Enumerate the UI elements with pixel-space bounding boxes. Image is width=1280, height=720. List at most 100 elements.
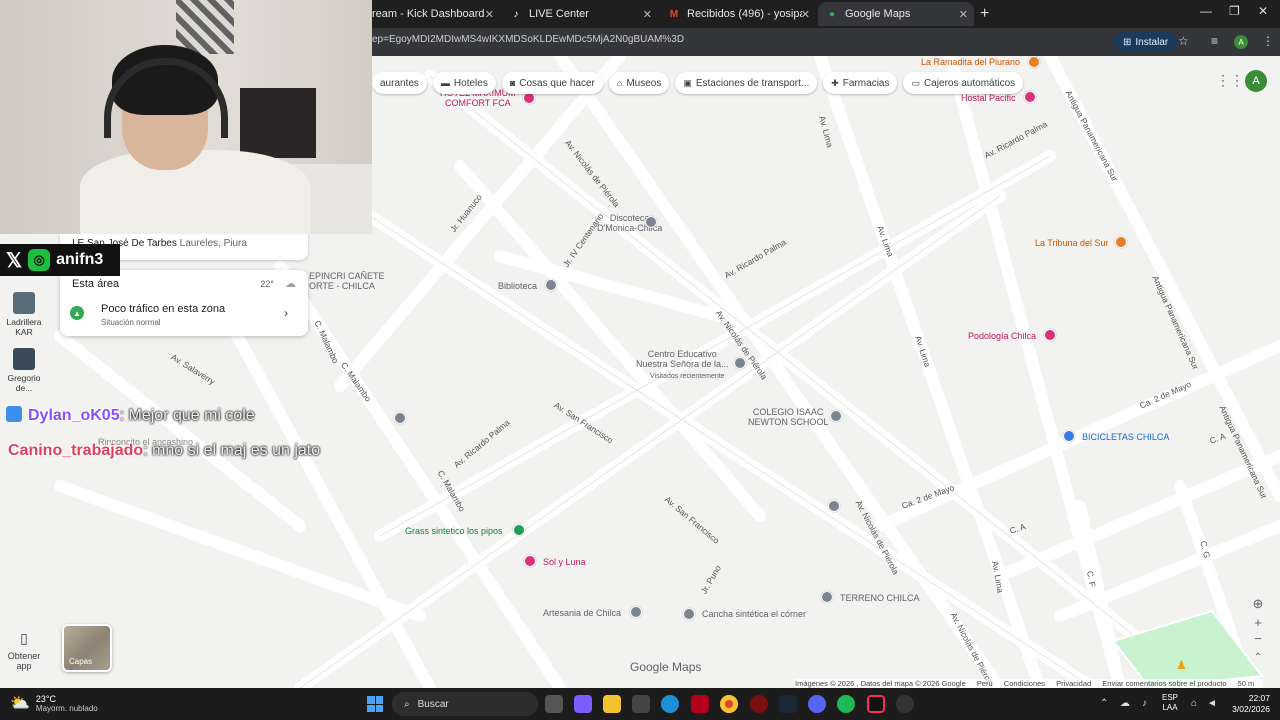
minimize-icon[interactable]: — <box>1200 4 1212 18</box>
store-icon[interactable] <box>632 695 650 713</box>
network-icon[interactable]: ⌂ <box>1191 698 1197 709</box>
school-pin[interactable] <box>734 357 746 369</box>
traffic-title[interactable]: Poco tráfico en esta zona <box>101 303 225 315</box>
file-explorer-icon[interactable] <box>603 695 621 713</box>
place-terreno[interactable]: TERRENO CHILCA <box>840 593 920 604</box>
chip-cosas-que-hacer[interactable]: ◙ Cosas que hacer <box>501 72 603 94</box>
webcam-overlay <box>0 0 372 234</box>
pegman-icon[interactable]: ♟ <box>1176 658 1187 672</box>
tab-live-center[interactable]: ♪ LIVE Center ✕ <box>502 2 658 26</box>
app-icon[interactable] <box>750 695 768 713</box>
chip-farmacias[interactable]: ✚ Farmacias <box>823 72 898 94</box>
footer-country[interactable]: Perú <box>977 679 993 688</box>
taskbar-search[interactable]: ⌕ Buscar <box>392 692 538 716</box>
zoom-in-button[interactable]: + <box>1248 615 1268 630</box>
windows-start-icon[interactable] <box>367 696 383 712</box>
get-app-button[interactable]: ▯ Obtener app <box>0 630 48 671</box>
library-pin[interactable] <box>545 279 557 291</box>
discord-icon[interactable] <box>808 695 826 713</box>
x-logo-icon: 𝕏 <box>6 249 23 272</box>
school-pin[interactable] <box>830 410 842 422</box>
chip-restaurantes[interactable]: aurantes <box>372 72 427 94</box>
place-artesania[interactable]: Artesania de Chilca <box>543 608 621 619</box>
place-hostal-pacific[interactable]: Hostal Pacific <box>961 93 1016 104</box>
place-epincri[interactable]: EPINCRI CAÑETE ORTE - CHILCA <box>309 271 385 292</box>
chip-label: Farmacias <box>842 77 890 89</box>
spotify-icon[interactable] <box>837 695 855 713</box>
restaurant-pin[interactable] <box>1115 236 1127 248</box>
profile-avatar[interactable]: A <box>1234 35 1248 49</box>
url-field[interactable]: ep=EgoyMDI2MDIwMS4wIKXMDSoKLDEwMDc5MjA2N… <box>372 34 684 45</box>
close-icon[interactable]: ✕ <box>801 8 810 21</box>
cloud-sync-icon[interactable]: ☁ <box>1120 698 1130 709</box>
media-controls-icon[interactable]: ≡ <box>1211 34 1218 48</box>
hotel-pin[interactable] <box>1024 91 1036 103</box>
bicycle-pin[interactable] <box>1063 430 1075 442</box>
footer-feedback[interactable]: Enviar comentarios sobre el producto <box>1102 679 1226 688</box>
desktop-icon-ladrillera[interactable]: Ladrillera KAR <box>2 292 46 337</box>
restore-icon[interactable]: ❐ <box>1229 4 1240 18</box>
clock-time: 22:07 <box>1248 693 1270 703</box>
task-view-icon[interactable] <box>545 695 563 713</box>
close-icon[interactable]: ✕ <box>643 8 652 21</box>
place-bicicletas[interactable]: BICICLETAS CHILCA <box>1082 432 1169 443</box>
tiktok-icon[interactable] <box>867 695 885 713</box>
close-icon[interactable]: ✕ <box>485 8 494 21</box>
place-pin[interactable] <box>645 216 657 228</box>
new-tab-button[interactable]: + <box>980 5 989 23</box>
close-icon[interactable]: ✕ <box>959 8 968 21</box>
place-biblioteca[interactable]: Biblioteca <box>498 281 537 292</box>
my-location-icon[interactable]: ⊕ <box>1248 596 1268 612</box>
tray-chevron-icon[interactable]: ⌃ <box>1100 698 1108 709</box>
expand-icon[interactable]: ⌃ <box>1248 652 1268 663</box>
bed-icon: ▬ <box>440 78 450 88</box>
volume-icon[interactable]: ◄ <box>1207 698 1217 709</box>
footer-privacy[interactable]: Privacidad <box>1056 679 1091 688</box>
chip-hoteles[interactable]: ▬ Hoteles <box>432 72 496 94</box>
footer-terms[interactable]: Condiciones <box>1004 679 1045 688</box>
place-colegio-isaac[interactable]: COLEGIO ISAAC NEWTON SCHOOL <box>748 407 828 428</box>
browser-menu-icon[interactable]: ⋮ <box>1262 34 1274 48</box>
close-window-icon[interactable]: ✕ <box>1258 4 1268 18</box>
shop-pin[interactable] <box>524 555 536 567</box>
sports-pin[interactable] <box>683 608 695 620</box>
map-scale[interactable]: 50 m <box>1238 679 1255 688</box>
obs-icon[interactable] <box>896 695 914 713</box>
zoom-out-button[interactable]: − <box>1248 631 1268 646</box>
account-avatar[interactable]: A <box>1245 70 1267 92</box>
desktop-icon-gregorio[interactable]: Gregorio de... <box>2 348 46 393</box>
copilot-icon[interactable] <box>574 695 592 713</box>
place-pin[interactable] <box>394 412 406 424</box>
layers-button[interactable]: Capas <box>62 624 112 672</box>
steam-icon[interactable] <box>779 695 797 713</box>
chip-museos[interactable]: ⌂ Museos <box>608 72 670 94</box>
app-icon[interactable] <box>691 695 709 713</box>
chip-estaciones[interactable]: ▣ Estaciones de transport... <box>675 72 818 94</box>
place-pin[interactable] <box>828 500 840 512</box>
place-sol-y-luna[interactable]: Sol y Luna <box>543 557 586 568</box>
chrome-icon[interactable] <box>720 695 738 713</box>
taskbar-clock[interactable]: 22:07 3/02/2026 <box>1222 693 1270 715</box>
place-grass-sintetico[interactable]: Grass sintetico los pipos <box>405 526 503 537</box>
place-la-ramadita[interactable]: La Ramadita del Piurano <box>921 57 1020 68</box>
tab-gmail[interactable]: M Recibidos (496) - yosipanakin2... ✕ <box>660 2 816 26</box>
language-indicator[interactable]: ESP LAA <box>1162 693 1178 713</box>
chevron-right-icon[interactable]: › <box>284 306 288 320</box>
place-podologia[interactable]: Podología Chilca <box>968 331 1036 342</box>
tab-kick-dashboard[interactable]: ream - Kick Dashboard ✕ <box>364 2 500 26</box>
install-button[interactable]: ⊞ Instalar <box>1114 32 1178 52</box>
place-centro-educativo[interactable]: Centro Educativo Nuestra Señora de la... <box>636 349 729 370</box>
edge-icon[interactable] <box>661 695 679 713</box>
restaurant-pin[interactable] <box>1028 56 1040 68</box>
place-pin[interactable] <box>821 591 833 603</box>
microphone-icon[interactable]: ♪ <box>1142 698 1147 709</box>
place-cancha[interactable]: Cancha sintética el córner <box>702 609 806 620</box>
health-pin[interactable] <box>1044 329 1056 341</box>
tab-google-maps[interactable]: ● Google Maps ✕ <box>818 2 974 26</box>
shop-pin[interactable] <box>630 606 642 618</box>
sports-pin[interactable] <box>513 524 525 536</box>
bookmark-star-icon[interactable]: ☆ <box>1178 34 1189 48</box>
chip-cajeros[interactable]: ▭ Cajeros automáticos <box>903 72 1024 94</box>
weather-widget[interactable]: ⛅ 23°C Mayorm. nublado <box>10 693 98 713</box>
place-la-tribuna[interactable]: La Tribuna del Sur <box>1035 238 1109 249</box>
